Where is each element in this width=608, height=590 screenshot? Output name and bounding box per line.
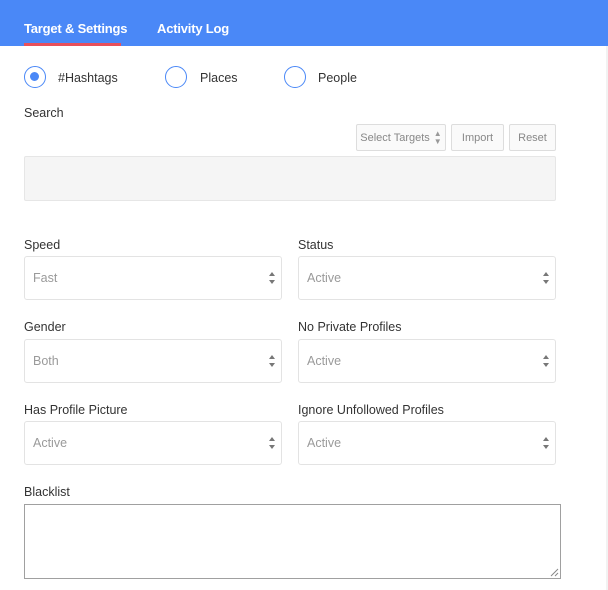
active-tab-indicator (24, 43, 121, 46)
tab-bar: Target & Settings Activity Log (0, 0, 608, 46)
radio-hashtags[interactable] (24, 66, 46, 88)
radio-people[interactable] (284, 66, 306, 88)
sort-arrows-icon: ▲ ▼ (433, 128, 442, 146)
speed-value: Fast (33, 271, 58, 285)
select-arrows-icon (269, 355, 275, 367)
blacklist-label: Blacklist (24, 485, 70, 499)
has-profile-picture-select[interactable]: Active (24, 421, 282, 465)
has-profile-picture-label: Has Profile Picture (24, 403, 128, 417)
tab-target-settings[interactable]: Target & Settings (24, 21, 127, 36)
speed-select[interactable]: Fast (24, 256, 282, 300)
speed-label: Speed (24, 238, 61, 252)
tab-activity-log[interactable]: Activity Log (157, 21, 229, 36)
search-targets-input[interactable] (24, 156, 556, 201)
no-private-profiles-value: Active (307, 354, 342, 368)
gender-label: Gender (24, 320, 66, 334)
no-private-profiles-select[interactable]: Active (298, 339, 556, 383)
radio-hashtags-label: #Hashtags (58, 71, 118, 85)
radio-people-label: People (318, 71, 357, 85)
no-private-profiles-label: No Private Profiles (298, 320, 402, 334)
select-arrows-icon (269, 437, 275, 449)
reset-button[interactable]: Reset (509, 124, 556, 151)
ignore-unfollowed-profiles-value: Active (307, 436, 342, 450)
gender-select[interactable]: Both (24, 339, 282, 383)
ignore-unfollowed-profiles-select[interactable]: Active (298, 421, 556, 465)
has-profile-picture-value: Active (33, 436, 68, 450)
select-arrows-icon (543, 272, 549, 284)
gender-value: Both (33, 354, 59, 368)
select-arrows-icon (543, 437, 549, 449)
import-button[interactable]: Import (451, 124, 504, 151)
status-value: Active (307, 271, 342, 285)
resize-handle-icon[interactable] (550, 568, 559, 577)
radio-places[interactable] (165, 66, 187, 88)
select-targets-label: Select Targets (360, 131, 430, 144)
status-select[interactable]: Active (298, 256, 556, 300)
select-targets-button[interactable]: Select Targets ▲ ▼ (356, 124, 446, 151)
search-label: Search (24, 106, 64, 120)
ignore-unfollowed-profiles-label: Ignore Unfollowed Profiles (298, 403, 444, 417)
blacklist-textarea[interactable] (24, 504, 561, 579)
select-arrows-icon (543, 355, 549, 367)
status-label: Status (298, 238, 334, 252)
select-arrows-icon (269, 272, 275, 284)
radio-selected-dot (30, 72, 39, 81)
radio-places-label: Places (200, 71, 238, 85)
